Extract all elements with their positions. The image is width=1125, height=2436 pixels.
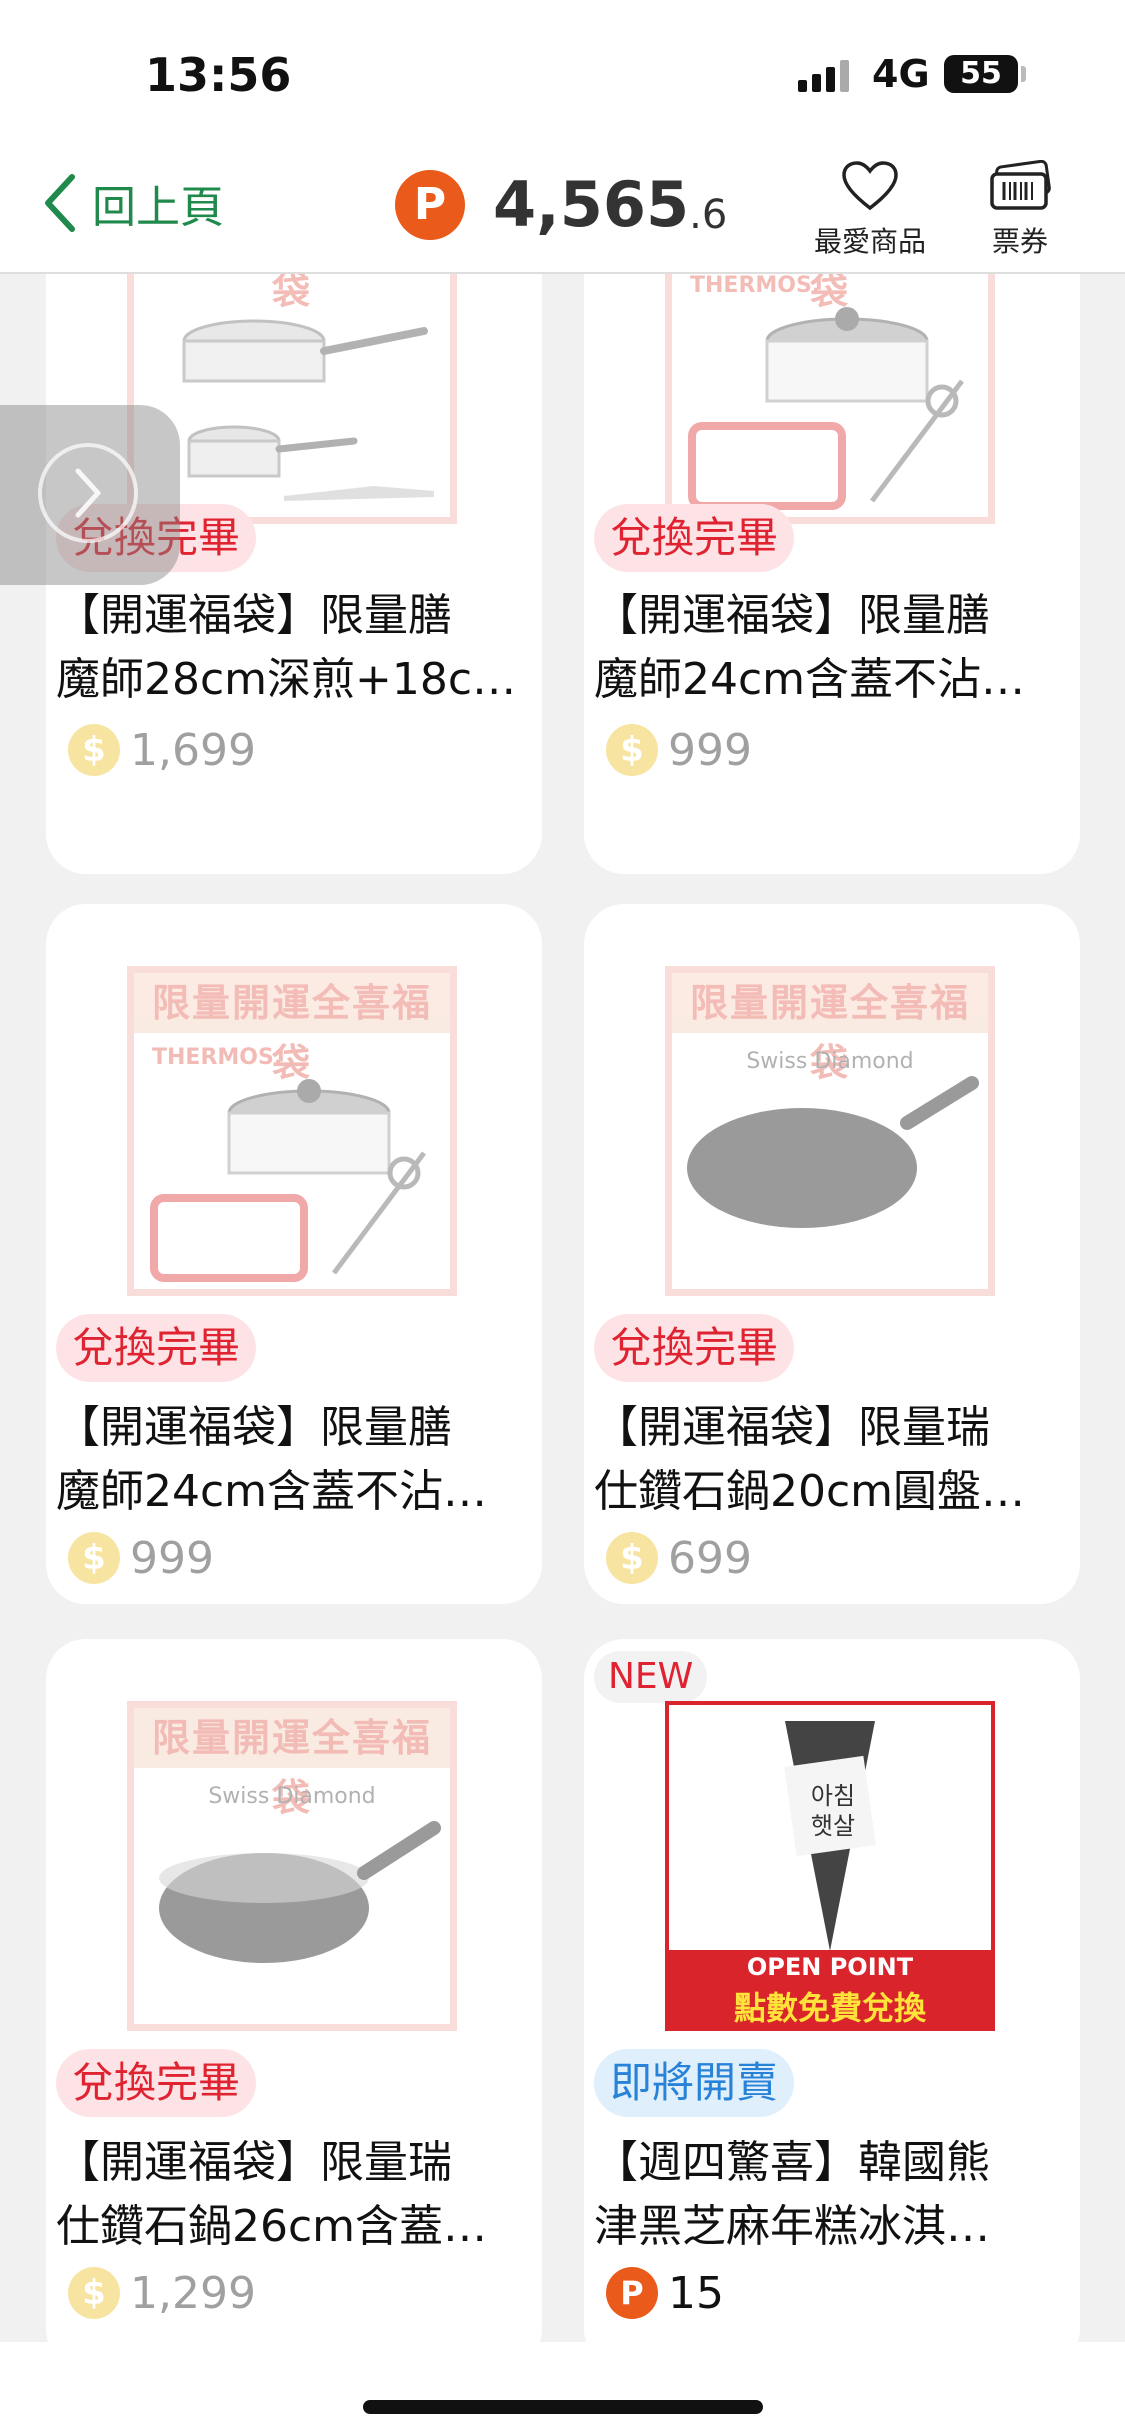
promo-logo: OPEN POINT	[746, 1953, 914, 1981]
points-icon: P	[606, 2267, 658, 2319]
product-title: 【開運福袋】限量瑞 仕鑽石鍋26cm含蓋…	[56, 2137, 488, 2252]
product-price: $ 999	[606, 724, 752, 776]
tickets-label: 票券	[991, 225, 1048, 258]
product-card[interactable]: NEW 아침햇살 OPEN POINT 點數免費兌換 即將開賣 【週四驚喜】韓國…	[584, 1639, 1080, 2342]
coin-icon: $	[68, 724, 120, 776]
status-bar: 13:56 4G 55	[0, 0, 1125, 150]
home-indicator-area	[0, 2342, 1125, 2436]
product-card[interactable]: 限量開運全喜福袋 Swiss Diamond 兌換完畢 【開運福袋】限量瑞 仕鑽…	[46, 1639, 542, 2342]
ticket-icon	[990, 159, 1051, 210]
product-price: $ 1,699	[68, 724, 256, 776]
coming-soon-tag: 即將開賣	[594, 2049, 795, 2117]
home-indicator[interactable]	[363, 2400, 763, 2414]
product-title: 【開運福袋】限量瑞 仕鑽石鍋20cm圓盤…	[594, 1402, 1026, 1517]
product-image: 아침햇살 OPEN POINT 點數免費兌換	[665, 1701, 995, 2031]
product-image: 限量開運全喜福袋 Swiss Diamond	[665, 966, 995, 1296]
product-price: $ 999	[68, 1532, 214, 1584]
product-title: 【週四驚喜】韓國熊 津黑芝麻年糕冰淇…	[594, 2137, 990, 2252]
chevron-right-icon	[38, 443, 138, 543]
product-image: 限量開運全喜福袋 THERMOS.	[665, 274, 995, 524]
back-label: 回上頁	[92, 182, 224, 233]
product-card[interactable]: 限量開運全喜福袋 Swiss Diamond 兌換完畢 【開運福袋】限量瑞 仕鑽…	[584, 904, 1080, 1604]
top-nav-bar: 回上頁 P 4,565 .6 最愛商品 票券	[0, 150, 1125, 274]
points-value: 4,565	[493, 168, 690, 241]
product-image: 限量開運全喜福袋 Swiss Diamond	[127, 1701, 457, 2031]
sold-out-tag: 兌換完畢	[594, 1314, 795, 1382]
tickets-button[interactable]: 票券	[975, 159, 1065, 260]
favorites-button[interactable]: 最愛商品	[810, 160, 930, 260]
points-decimal: .6	[689, 191, 728, 238]
product-grid: 限量開運全喜福袋 兌換完畢 【開運福袋】限量膳 魔師28cm深煎+18c… $ …	[0, 274, 1125, 2342]
coin-icon: $	[68, 2267, 120, 2319]
sold-out-tag: 兌換完畢	[594, 504, 795, 572]
coin-icon: $	[606, 724, 658, 776]
network-type: 4G	[872, 52, 930, 96]
signal-icon	[798, 60, 854, 92]
battery-tip	[1021, 66, 1026, 82]
product-price: $ 699	[606, 1532, 752, 1584]
coin-icon: $	[606, 1532, 658, 1584]
product-card[interactable]: 限量開運全喜福袋 THERMOS. 兌換完畢 【開運福袋】限量膳 魔師24cm含…	[46, 904, 542, 1604]
favorites-label: 最愛商品	[813, 225, 926, 258]
status-time: 13:56	[145, 48, 292, 102]
sold-out-tag: 兌換完畢	[56, 2049, 257, 2117]
product-title: 【開運福袋】限量膳 魔師24cm含蓋不沾…	[56, 1402, 488, 1517]
coin-icon: $	[68, 1532, 120, 1584]
points-balance[interactable]: P 4,565 .6	[395, 168, 727, 241]
promo-text: 點數免費兌換	[733, 1989, 926, 2027]
product-card[interactable]: 限量開運全喜福袋 THERMOS. 兌換完畢 【開運福袋】限量膳 魔師24cm含…	[584, 274, 1080, 874]
package-text: 아침햇살	[810, 1782, 856, 1840]
product-title: 【開運福袋】限量膳 魔師28cm深煎+18c…	[56, 590, 517, 705]
new-badge: NEW	[594, 1651, 708, 1703]
sold-out-tag: 兌換完畢	[56, 1314, 257, 1382]
product-price: P 15	[606, 2267, 724, 2319]
battery-icon: 55	[944, 55, 1018, 93]
points-icon: P	[395, 169, 465, 240]
back-button[interactable]: 回上頁	[42, 168, 224, 238]
heart-icon	[842, 161, 898, 211]
chevron-left-icon	[45, 174, 75, 232]
product-image: 限量開運全喜福袋 THERMOS.	[127, 966, 457, 1296]
product-title: 【開運福袋】限量膳 魔師24cm含蓋不沾…	[594, 590, 1026, 705]
product-price: $ 1,299	[68, 2267, 256, 2319]
floating-expand-button[interactable]	[0, 405, 180, 585]
